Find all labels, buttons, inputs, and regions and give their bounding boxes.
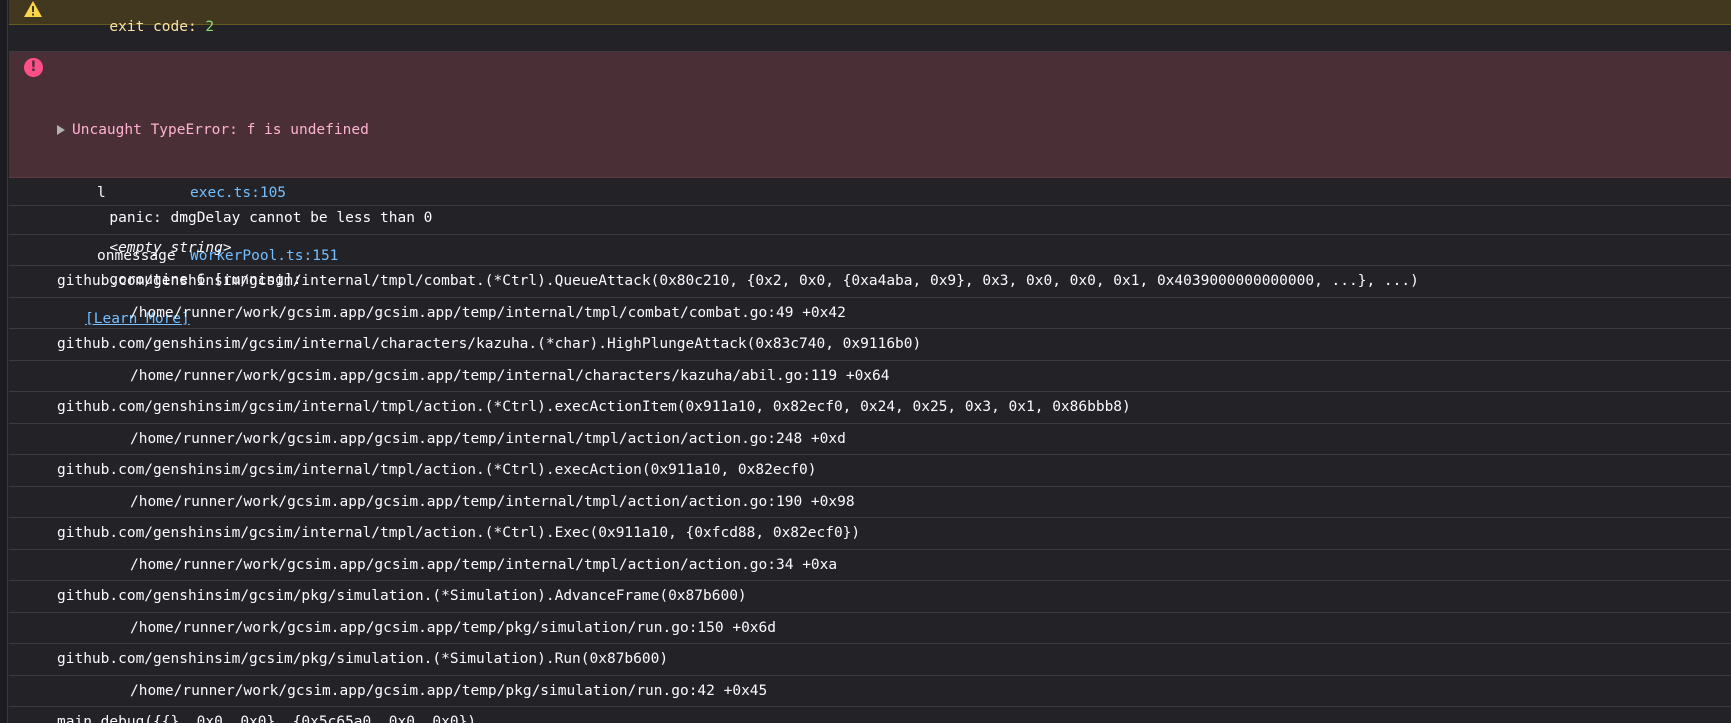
trace-call-line: github.com/genshinsim/gcsim/internal/cha… (9, 329, 1731, 361)
trace-call-line: github.com/genshinsim/gcsim/internal/tmp… (9, 266, 1731, 298)
trace-file-line: /home/runner/work/gcsim.app/gcsim.app/te… (9, 550, 1731, 581)
trace-file-line: /home/runner/work/gcsim.app/gcsim.app/te… (9, 613, 1731, 644)
trace-call-line: github.com/genshinsim/gcsim/pkg/simulati… (9, 644, 1731, 676)
log-message: <empty string> (9, 206, 1731, 256)
trace-file-line: /home/runner/work/gcsim.app/gcsim.app/te… (9, 424, 1731, 455)
trace-call-line: github.com/genshinsim/gcsim/internal/tmp… (9, 455, 1731, 487)
expand-triangle-icon[interactable] (57, 125, 65, 135)
trace-call-line: github.com/genshinsim/gcsim/internal/tmp… (9, 518, 1731, 550)
trace-call-line: main.debug({{}, 0x0, 0x0}, {0x5c65a0, 0x… (9, 707, 1731, 723)
error-icon: ! (24, 58, 43, 77)
trace-call-line: github.com/genshinsim/gcsim/pkg/simulati… (9, 581, 1731, 613)
trace-file-line: /home/runner/work/gcsim.app/gcsim.app/te… (9, 361, 1731, 392)
undefined-message: undefined (9, 25, 1731, 72)
warning-message: exit code: 2 (9, 0, 1731, 35)
trace-file-line: /home/runner/work/gcsim.app/gcsim.app/te… (9, 676, 1731, 707)
console-gutter (0, 0, 8, 723)
error-text: Uncaught TypeError: f is undefined (72, 122, 369, 138)
console-output: exit code: 2 undefined ! Uncaught TypeEr… (9, 0, 1731, 723)
trace-text: /home/runner/work/gcsim.app/gcsim.app/te… (130, 682, 768, 699)
console-panel: exit code: 2 undefined ! Uncaught TypeEr… (0, 0, 1731, 723)
trace-text: github.com/genshinsim/gcsim/pkg/simulati… (57, 651, 669, 667)
error-message: ! Uncaught TypeError: f is undefined l ex… (9, 52, 1731, 327)
trace-text: main.debug({{}, 0x0, 0x0}, {0x5c65a0, 0x… (57, 714, 477, 723)
trace-text: github.com/genshinsim/gcsim/internal/tmp… (57, 273, 1419, 289)
trace-file-line: /home/runner/work/gcsim.app/gcsim.app/te… (9, 487, 1731, 518)
trace-file-line: /home/runner/work/gcsim.app/gcsim.app/te… (9, 298, 1731, 329)
trace-text: /home/runner/work/gcsim.app/gcsim.app/te… (130, 304, 846, 321)
warning-icon (24, 1, 42, 17)
trace-text: github.com/genshinsim/gcsim/internal/cha… (57, 336, 922, 352)
log-message: panic: dmgDelay cannot be less than 0 (9, 178, 1731, 226)
error-header[interactable]: Uncaught TypeError: f is undefined (57, 120, 1731, 141)
trace-text: github.com/genshinsim/gcsim/internal/tmp… (57, 399, 1131, 415)
trace-call-line: github.com/genshinsim/gcsim/internal/tmp… (9, 392, 1731, 424)
trace-text: github.com/genshinsim/gcsim/internal/tmp… (57, 525, 861, 541)
trace-text: github.com/genshinsim/gcsim/pkg/simulati… (57, 588, 747, 604)
trace-text: /home/runner/work/gcsim.app/gcsim.app/te… (130, 430, 846, 447)
log-message: goroutine 6 [running]: (9, 235, 1731, 288)
trace-text: /home/runner/work/gcsim.app/gcsim.app/te… (130, 493, 855, 510)
trace-text: /home/runner/work/gcsim.app/gcsim.app/te… (130, 367, 890, 384)
trace-text: github.com/genshinsim/gcsim/internal/tmp… (57, 462, 817, 478)
trace-text: /home/runner/work/gcsim.app/gcsim.app/te… (130, 556, 838, 573)
trace-text: /home/runner/work/gcsim.app/gcsim.app/te… (130, 619, 777, 636)
